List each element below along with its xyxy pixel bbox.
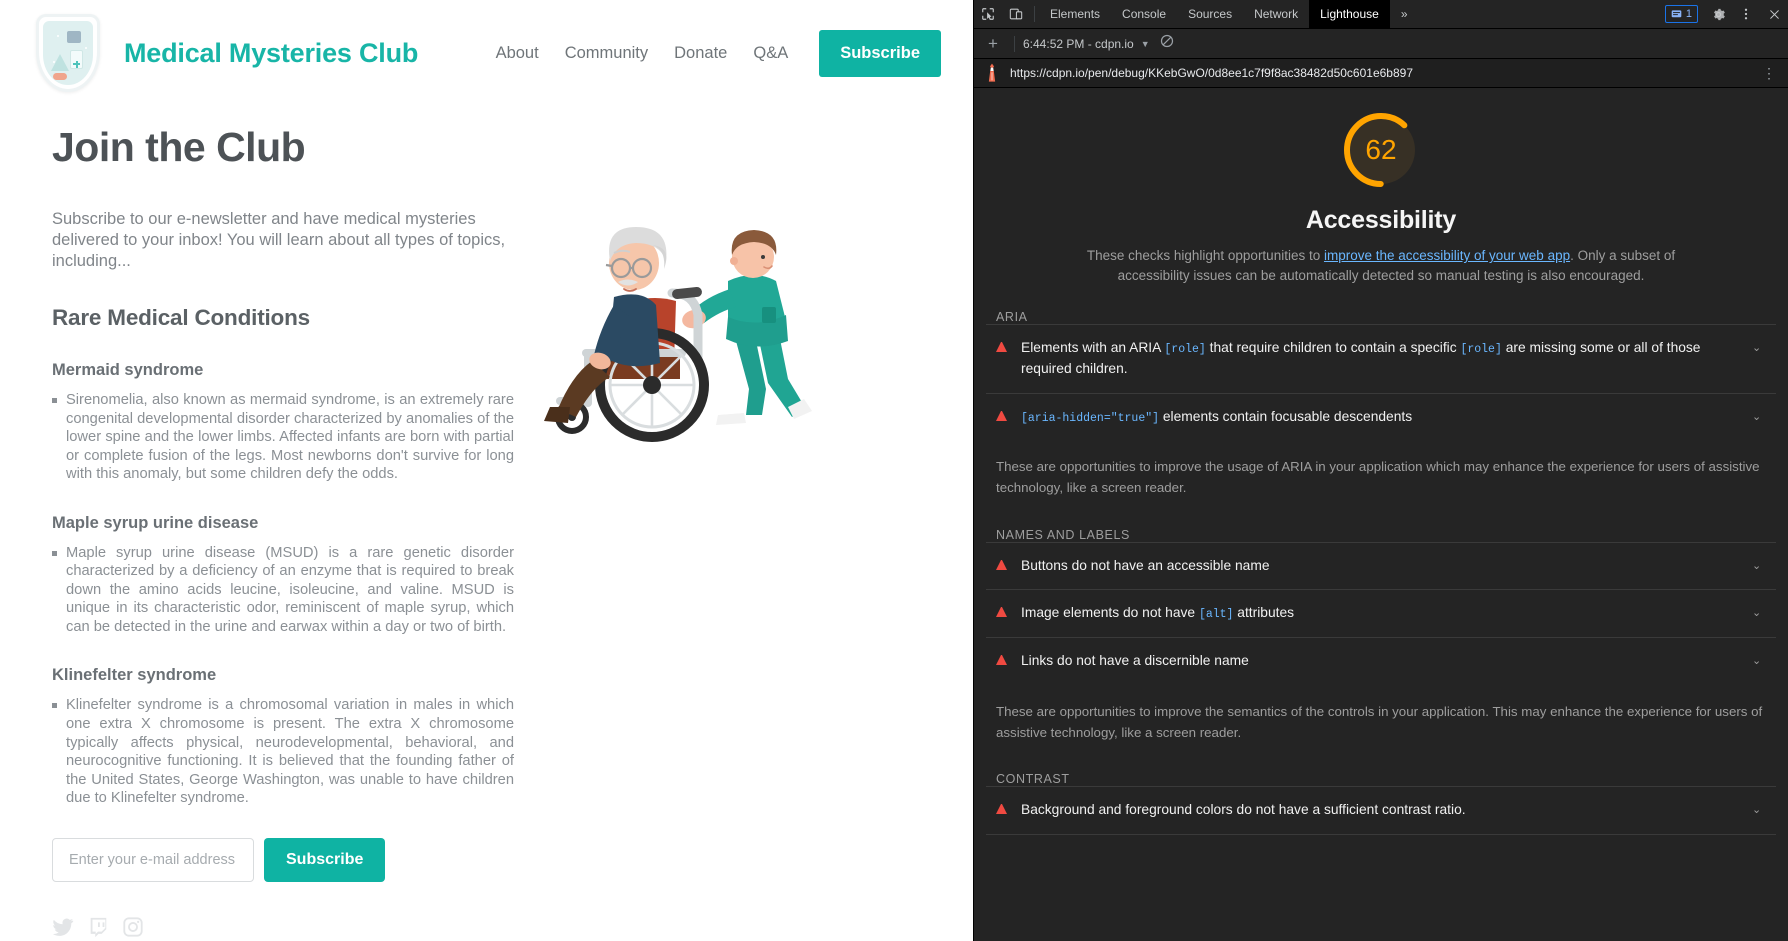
audit-title: Links do not have a discernible name [1021, 653, 1249, 669]
condition-title: Klinefelter syndrome [52, 666, 217, 685]
tab-network[interactable]: Network [1243, 0, 1309, 28]
audit-title: Buttons do not have an accessible name [1021, 557, 1270, 573]
improve-accessibility-link[interactable]: improve the accessibility of your web ap… [1324, 248, 1570, 263]
lighthouse-url-bar: https://cdpn.io/pen/debug/KKebGwO/0d8ee1… [974, 59, 1788, 88]
group-title: CONTRAST [996, 772, 1070, 787]
audit-title: Background and foreground colors do not … [1021, 802, 1466, 818]
toolbar-divider [1034, 6, 1035, 22]
audit-row[interactable]: Elements with an ARIA [role] that requir… [986, 324, 1776, 392]
inspect-icon[interactable] [974, 0, 1002, 28]
audit-row[interactable]: [aria-hidden="true"] elements contain fo… [986, 392, 1776, 441]
twitter-icon[interactable] [52, 916, 74, 938]
nav-item-qa[interactable]: Q&A [753, 44, 788, 63]
audit-row[interactable]: Buttons do not have an accessible name ⌄ [986, 541, 1776, 590]
audit-title: Image elements do not have [alt] attribu… [1021, 605, 1295, 622]
chevron-down-icon[interactable]: ⌄ [1752, 654, 1766, 667]
subbar-divider [1014, 35, 1015, 52]
audit-group-names-and-labels: NAMES AND LABELS Buttons do not have an … [986, 528, 1776, 748]
warning-triangle-icon [996, 655, 1007, 666]
brand-title[interactable]: Medical Mysteries Club [124, 38, 418, 69]
wheelchair-illustration [522, 185, 822, 445]
subscribe-button[interactable]: Subscribe [264, 837, 386, 882]
site-header: Medical Mysteries Club About Community D… [0, 0, 973, 106]
list-item: Maple syrup urine disease (MSUD) is a ra… [52, 544, 514, 637]
chevron-down-icon[interactable]: ⌄ [1752, 559, 1766, 572]
warning-triangle-icon [996, 342, 1007, 353]
score-gauge-wrap: 62 Accessibility These checks highlight … [986, 88, 1776, 285]
device-toolbar-icon[interactable] [1002, 0, 1030, 28]
warning-triangle-icon [996, 559, 1007, 570]
intro-paragraph: Subscribe to our e-newsletter and have m… [52, 210, 506, 271]
list-item: Sirenomelia, also known as mermaid syndr… [52, 391, 514, 484]
audit-title: Elements with an ARIA [role] that requir… [1021, 340, 1701, 376]
chevron-down-icon[interactable]: ▼ [1141, 39, 1150, 49]
audit-row[interactable]: Image elements do not have [alt] attribu… [986, 589, 1776, 637]
web-page-viewport: Medical Mysteries Club About Community D… [0, 0, 973, 941]
audit-row[interactable]: Background and foreground colors do not … [986, 786, 1776, 835]
score-gauge: 62 [1339, 108, 1423, 192]
group-description: These are opportunities to improve the s… [996, 703, 1763, 741]
page-title: Join the Club [52, 124, 306, 170]
tab-console[interactable]: Console [1111, 0, 1177, 28]
issues-badge[interactable]: 1 [1664, 5, 1698, 23]
social-links [52, 916, 933, 938]
more-vertical-icon[interactable] [1732, 0, 1760, 28]
tab-lighthouse[interactable]: Lighthouse [1309, 0, 1390, 28]
list-item: Klinefelter syndrome is a chromosomal va… [52, 696, 514, 807]
condition-title: Maple syrup urine disease [52, 513, 259, 532]
close-icon[interactable] [1760, 0, 1788, 28]
lighthouse-report: 62 Accessibility These checks highlight … [974, 88, 1788, 941]
nav-item-about[interactable]: About [496, 44, 539, 63]
warning-triangle-icon [996, 804, 1007, 815]
chevron-down-icon[interactable]: ⌄ [1752, 341, 1766, 354]
tab-elements[interactable]: Elements [1039, 0, 1111, 28]
audited-url: https://cdpn.io/pen/debug/KKebGwO/0d8ee1… [1010, 66, 1413, 80]
header-subscribe-button[interactable]: Subscribe [819, 29, 941, 77]
report-selector[interactable]: 6:44:52 PM - cdpn.io [1023, 37, 1134, 51]
chevron-down-icon[interactable]: ⌄ [1752, 410, 1766, 423]
twitch-icon[interactable] [87, 916, 109, 938]
audit-group-aria: ARIA Elements with an ARIA [role] that r… [986, 310, 1776, 503]
nav-item-community[interactable]: Community [565, 44, 648, 63]
devtools-toolbar: Elements Console Sources Network Lightho… [974, 0, 1788, 29]
site-logo-icon[interactable] [36, 14, 100, 92]
chevron-down-icon[interactable]: ⌄ [1752, 803, 1766, 816]
group-title: NAMES AND LABELS [996, 527, 1130, 542]
group-description: These are opportunities to improve the u… [996, 459, 1760, 496]
instagram-icon[interactable] [122, 916, 144, 938]
warning-triangle-icon [996, 607, 1007, 618]
category-title: Accessibility [1305, 206, 1457, 234]
nav-item-donate[interactable]: Donate [674, 44, 727, 63]
plus-icon[interactable]: + [980, 35, 1006, 52]
devtools-panel: Elements Console Sources Network Lightho… [973, 0, 1788, 941]
subscribe-form: Subscribe [52, 837, 933, 882]
score-value: 62 [1365, 134, 1397, 165]
audit-row[interactable]: Links do not have a discernible name ⌄ [986, 637, 1776, 685]
no-entry-icon[interactable] [1160, 34, 1174, 53]
warning-triangle-icon [996, 410, 1007, 421]
page-content: Join the Club Subscribe to our e-newslet… [0, 106, 973, 938]
audit-title: [aria-hidden="true"] elements contain fo… [1021, 408, 1413, 425]
primary-nav: About Community Donate Q&A Subscribe [496, 29, 941, 77]
lighthouse-subbar: + 6:44:52 PM - cdpn.io ▼ [974, 29, 1788, 59]
category-description: These checks highlight opportunities to … [1081, 246, 1681, 285]
chevron-down-icon[interactable]: ⌄ [1752, 606, 1766, 619]
condition-list: Klinefelter syndrome is a chromosomal va… [52, 696, 933, 807]
more-vertical-icon[interactable]: ⋮ [1758, 65, 1780, 82]
condition-list: Maple syrup urine disease (MSUD) is a ra… [52, 544, 933, 637]
lighthouse-logo-icon [988, 63, 996, 82]
email-field[interactable] [52, 837, 254, 882]
issues-count: 1 [1685, 8, 1692, 20]
group-title: ARIA [996, 310, 1028, 325]
toolbar-right-group: 1 [1659, 0, 1788, 28]
gear-icon[interactable] [1704, 0, 1732, 28]
tab-sources[interactable]: Sources [1177, 0, 1243, 28]
description-part-1: These checks highlight opportunities to [1086, 248, 1324, 263]
audit-group-contrast: CONTRAST Background and foreground color… [986, 772, 1776, 835]
more-tabs-icon[interactable]: » [1390, 0, 1419, 28]
